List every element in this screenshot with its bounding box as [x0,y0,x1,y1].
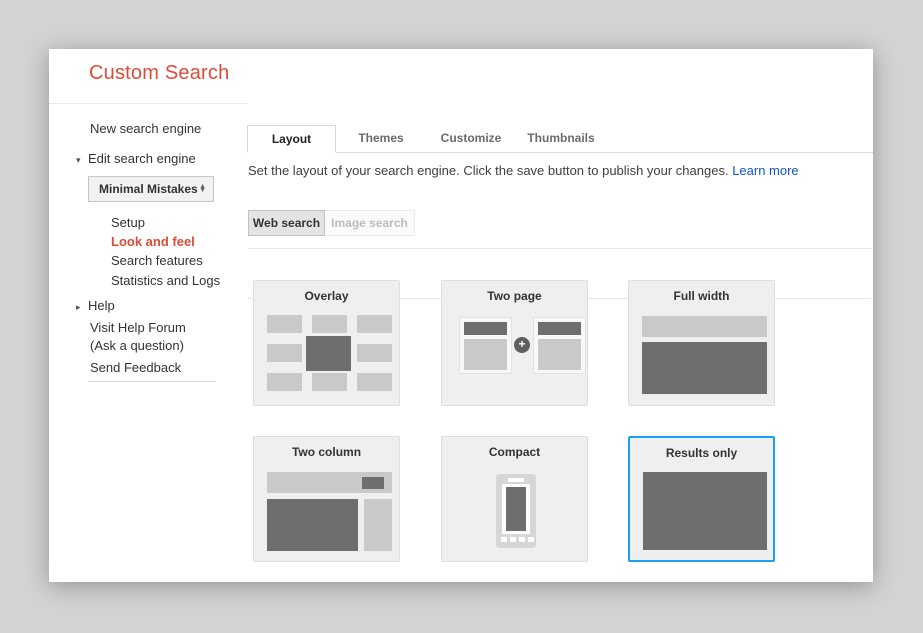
chevron-down-icon: ▾ [76,155,88,166]
sidebar-item-edit-search-engine[interactable]: ▾Edit search engine [76,151,196,166]
layout-options-grid: Overlay Two page [247,103,873,582]
engine-select-value: Minimal Mistakes [99,182,198,196]
layout-card-title: Overlay [254,289,399,303]
layout-card-title: Results only [630,446,773,460]
sidebar-item-help[interactable]: ▸Help [76,298,115,313]
layout-card-title: Compact [442,445,587,459]
custom-search-window: Custom Search New search engine ▾Edit se… [49,49,873,582]
layout-card-title: Two page [442,289,587,303]
layout-card-full-width[interactable]: Full width [628,280,775,406]
chevron-right-icon: ▸ [76,302,88,313]
layout-card-two-page[interactable]: Two page + [441,280,588,406]
sidebar-item-setup[interactable]: Setup [111,215,145,230]
sidebar-item-look-and-feel[interactable]: Look and feel [111,234,195,249]
layout-card-compact[interactable]: Compact [441,436,588,562]
layout-card-title: Two column [254,445,399,459]
layout-card-title: Full width [629,289,774,303]
app-header: Custom Search [49,49,873,104]
layout-card-overlay[interactable]: Overlay [253,280,400,406]
layout-card-results-only[interactable]: Results only [628,436,775,562]
desktop-background: { "header": { "title": "Custom Search" }… [0,0,923,633]
sidebar-item-statistics-and-logs[interactable]: Statistics and Logs [111,273,220,288]
select-spinner-icon: ▲▼ [199,185,206,193]
link-send-feedback[interactable]: Send Feedback [90,360,181,375]
link-ask-a-question[interactable]: (Ask a question) [90,338,184,353]
layout-card-two-column[interactable]: Two column [253,436,400,562]
sidebar-item-search-features[interactable]: Search features [111,253,203,268]
add-circle-icon: + [514,337,530,353]
engine-select[interactable]: Minimal Mistakes ▲▼ [88,176,214,202]
main-content: Layout Themes Customize Thumbnails Set t… [247,103,873,582]
sidebar-item-new-search-engine[interactable]: New search engine [90,121,201,136]
link-visit-help-forum[interactable]: Visit Help Forum [90,320,186,335]
page-title: Custom Search [89,62,229,85]
sidebar-divider [88,381,216,382]
